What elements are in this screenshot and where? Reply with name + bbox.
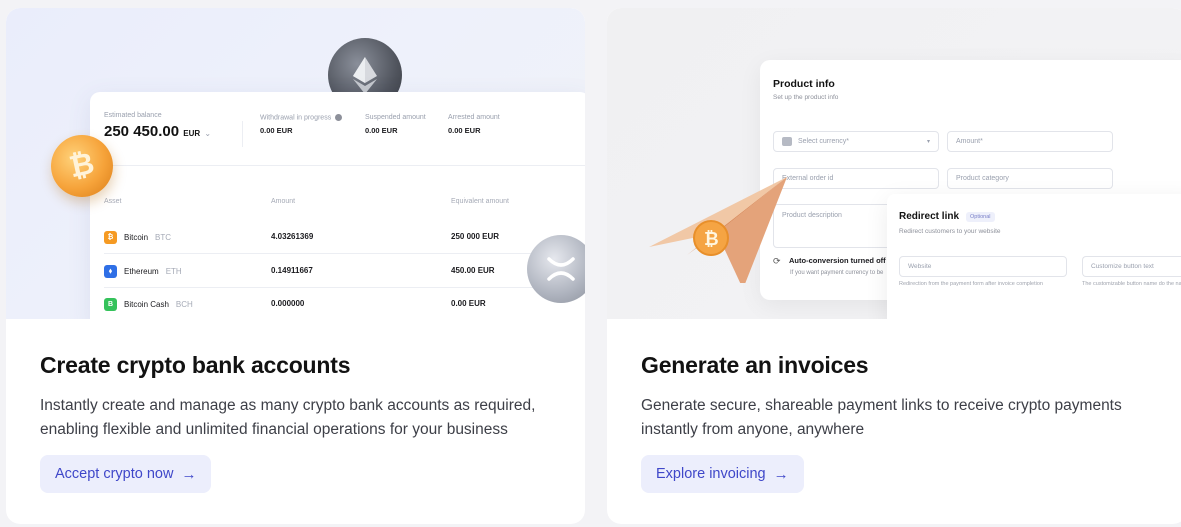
- optional-badge: Optional: [966, 212, 995, 222]
- card-title: Create crypto bank accounts: [40, 352, 351, 378]
- currency-icon: [782, 137, 792, 146]
- card-generate-invoices: Product info Set up the product info Sel…: [607, 8, 1181, 524]
- estimated-balance-label: Estimated balance: [104, 112, 162, 119]
- amount-cell: 0.14911667: [271, 266, 313, 275]
- card-crypto-bank-accounts: Estimated balance 250 450.00 EUR ⌄ Withd…: [6, 8, 585, 524]
- table-row-asset[interactable]: ⬧ Ethereum ETH: [104, 265, 182, 278]
- divider: [104, 287, 576, 288]
- product-category-field[interactable]: Product category: [947, 168, 1113, 189]
- redirect-link-panel: Redirect link Optional Redirect customer…: [887, 194, 1181, 319]
- balance-panel: Estimated balance 250 450.00 EUR ⌄ Withd…: [90, 92, 585, 319]
- col-amount[interactable]: Amount: [271, 198, 295, 205]
- withdrawal-label: Withdrawal in progress: [260, 114, 343, 121]
- button-label: Explore invoicing: [656, 466, 766, 482]
- customize-hint: The customizable button name do the name…: [1082, 281, 1181, 287]
- external-order-field[interactable]: External order id: [773, 168, 939, 189]
- button-label: Accept crypto now: [55, 466, 174, 482]
- amount-field[interactable]: Amount*: [947, 131, 1113, 152]
- arrested-value: 0.00 EUR: [448, 126, 481, 135]
- estimated-balance-value: 250 450.00 EUR ⌄: [104, 123, 212, 140]
- amount-cell: 4.03261369: [271, 232, 314, 241]
- currency-select[interactable]: Select currency* ▾: [773, 131, 939, 152]
- suspended-value: 0.00 EUR: [365, 126, 398, 135]
- redirect-subtitle: Redirect customers to your website: [899, 228, 1001, 235]
- customize-button-field[interactable]: Customize button text: [1082, 256, 1181, 277]
- equivalent-cell: 250 000 EUR: [451, 232, 500, 241]
- col-equivalent[interactable]: Equivalent amount: [451, 198, 509, 205]
- equivalent-cell: 450.00 EUR: [451, 266, 495, 275]
- website-field[interactable]: Website: [899, 256, 1067, 277]
- form-subtitle: Set up the product info: [773, 94, 839, 101]
- info-icon[interactable]: [335, 114, 343, 121]
- auto-conversion-label: Auto-conversion turned off: [789, 256, 886, 265]
- accept-crypto-button[interactable]: Accept crypto now →: [40, 455, 212, 493]
- invoice-illustration: Product info Set up the product info Sel…: [607, 8, 1181, 319]
- chevron-down-icon: ▾: [926, 139, 930, 145]
- svg-text:₿: ₿: [704, 229, 719, 250]
- divider: [104, 253, 576, 254]
- arrow-right-icon: →: [181, 465, 197, 483]
- page: Estimated balance 250 450.00 EUR ⌄ Withd…: [0, 0, 1181, 527]
- form-title: Product info: [773, 78, 835, 90]
- divider: [242, 121, 243, 147]
- ethereum-icon: ⬧: [104, 265, 117, 278]
- suspended-label: Suspended amount: [365, 114, 426, 121]
- card-title: Generate an invoices: [641, 352, 869, 378]
- explore-invoicing-button[interactable]: Explore invoicing →: [641, 455, 804, 493]
- website-hint: Redirection from the payment form after …: [899, 281, 1043, 287]
- paper-plane-icon: ₿: [649, 177, 787, 283]
- table-row-asset[interactable]: B Bitcoin Cash BCH: [104, 298, 193, 311]
- auto-conversion-sub: If you want payment currency to be: [790, 270, 884, 276]
- card-description: Instantly create and manage as many cryp…: [40, 397, 536, 438]
- withdrawal-value: 0.00 EUR: [260, 126, 293, 135]
- amount-cell: 0.000000: [271, 299, 305, 308]
- bitcoin-icon: ₿: [104, 231, 117, 244]
- chevron-down-icon[interactable]: ⌄: [204, 129, 211, 138]
- redirect-title: Redirect link: [899, 211, 960, 222]
- col-asset: Asset: [104, 198, 122, 205]
- table-row-asset[interactable]: ₿ Bitcoin BTC: [104, 231, 171, 244]
- divider: [90, 165, 585, 166]
- crypto-accounts-illustration: Estimated balance 250 450.00 EUR ⌄ Withd…: [6, 8, 585, 319]
- card-description: Generate secure, shareable payment links…: [641, 397, 1122, 438]
- arrow-right-icon: →: [773, 465, 789, 483]
- bitcoin-cash-icon: B: [104, 298, 117, 311]
- equivalent-cell: 0.00 EUR: [451, 299, 486, 308]
- arrested-label: Arrested amount: [448, 114, 500, 121]
